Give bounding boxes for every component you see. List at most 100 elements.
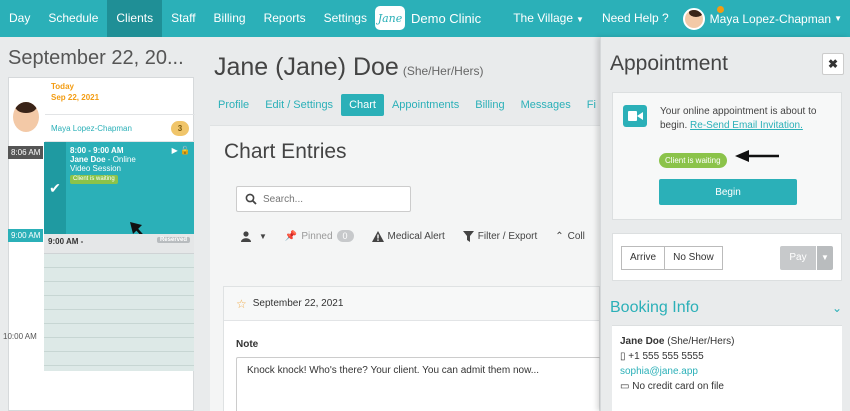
credit-card-icon: ▭ [620,381,630,392]
current-time-label: 8:06 AM [8,146,44,159]
pinned-filter[interactable]: 📌 Pinned 0 [285,230,354,242]
brand[interactable]: Jane Demo Clinic [375,6,481,30]
user-icon [241,230,251,242]
medical-alert-label: Medical Alert [387,230,445,242]
collapse-button[interactable]: ⌃ Coll [555,231,585,242]
today-date: Sep 22, 2021 [51,93,100,102]
resend-invitation-link[interactable]: Re-Send Email Invitation. [690,120,803,131]
nav-day[interactable]: Day [0,0,39,37]
location-dropdown[interactable]: The Village ▼ [504,0,593,37]
location-label: The Village [513,11,574,25]
time-label-10am: 10:00 AM [3,332,37,341]
patient-pronouns: (She/Her/Hers) [402,64,484,78]
calendar-date-heading: September 22, 20... [8,47,184,69]
chart-search[interactable] [236,186,411,212]
medical-alert-button[interactable]: Medical Alert [371,230,445,242]
appointment-panel: Appointment ✖ Your online appointment is… [600,37,850,411]
arrow-pointer-icon [735,150,779,162]
chevron-down-icon[interactable]: ⌄ [832,301,842,315]
booking-info-title[interactable]: Booking Info [610,299,699,317]
filter-export-label: Filter / Export [477,230,538,242]
chevron-down-icon: ▼ [259,231,267,241]
status-badge: Client is waiting [70,175,118,184]
pinned-count: 0 [336,230,354,242]
note-label: Note [236,339,259,350]
jane-logo-icon: Jane [375,6,405,30]
booking-info-card: Jane Doe (She/Her/Hers) ▯ +1 555 555 555… [612,325,842,411]
arrival-buttons: Arrive No Show [621,246,723,270]
video-camera-icon: ▶ [171,146,178,155]
reserved-slot[interactable]: 9:00 AM - Reserved [44,234,194,254]
booking-client-pronouns: (She/Her/Hers) [667,336,735,347]
filter-icon [462,230,474,242]
chart-filters: ▼ 📌 Pinned 0 Medical Alert Filter / Expo… [240,230,603,242]
pinned-label: Pinned [301,230,333,242]
online-appointment-card: Your online appointment is about to begi… [612,92,842,220]
provider-row[interactable]: Maya Lopez-Chapman 3 [45,115,195,142]
appointment-block[interactable]: ✔ 8:00 - 9:00 AM Jane Doe - Online Video… [44,142,194,234]
tab-billing[interactable]: Billing [467,94,512,116]
tab-chart[interactable]: Chart [341,94,384,116]
online-message: Your online appointment is about to begi… [660,105,835,133]
nav-reports[interactable]: Reports [255,0,315,37]
today-header: Today Sep 22, 2021 [45,78,195,115]
search-input[interactable] [263,193,403,205]
booking-client: Jane Doe (She/Her/Hers) [620,334,834,349]
top-navigation-bar: Day Schedule Clients Staff Billing Repor… [0,0,850,37]
phone-number: +1 555 555 5555 [628,351,704,362]
chart-entry: ☆ September 22, 2021 Note Knock knock! W… [223,286,601,411]
booking-email[interactable]: sophia@jane.app [620,364,834,379]
warning-icon [371,230,384,242]
filter-export-button[interactable]: Filter / Export [462,230,538,242]
card-status-text: No credit card on file [632,381,724,392]
pay-button[interactable]: Pay [780,246,816,270]
booking-phone: ▯ +1 555 555 5555 [620,349,834,364]
main-content: Jane (Jane) Doe (She/Her/Hers) Profile Ed… [200,37,603,411]
appointment-time: 8:00 - 9:00 AM [70,146,124,155]
entry-header: ☆ September 22, 2021 [224,287,599,321]
booking-client-name: Jane Doe [620,336,665,347]
note-text[interactable]: Knock knock! Who's there? Your client. Y… [236,357,601,411]
chevron-up-icon: ⌃ [555,230,564,242]
appointment-client: Jane Doe [70,155,106,164]
clinic-name: Demo Clinic [411,10,482,26]
patient-name: Jane (Jane) Doe (She/Her/Hers) [214,53,484,82]
phone-icon: ▯ [620,351,626,362]
nav-clients[interactable]: Clients [107,0,163,37]
appointment-type: - Online [105,155,136,164]
user-menu[interactable]: Maya Lopez-Chapman ▼ [678,7,850,30]
chart-title: Chart Entries [224,140,347,163]
nav-schedule[interactable]: Schedule [39,0,107,37]
no-show-button[interactable]: No Show [665,246,723,270]
collapse-label: Coll [567,230,585,242]
help-link[interactable]: Need Help ? [593,0,678,37]
user-name: Maya Lopez-Chapman [709,11,832,26]
chevron-down-icon: ▼ [576,15,584,24]
appointment-type-line2: Video Session [70,164,121,173]
provider-count-badge: 3 [171,121,189,136]
calendar-slots[interactable] [44,254,194,371]
chevron-down-icon[interactable]: ▼ [817,246,833,270]
appointment-details: 8:00 - 9:00 AM Jane Doe - Online Video S… [70,146,136,184]
tab-edit-settings[interactable]: Edit / Settings [257,94,341,116]
patient-full-name: Jane (Jane) Doe [214,53,399,81]
nav-settings[interactable]: Settings [315,0,376,37]
begin-button[interactable]: Begin [659,179,797,205]
close-button[interactable]: ✖ [822,53,844,75]
tab-appointments[interactable]: Appointments [384,94,467,116]
provider-avatar [13,102,39,132]
checkmark-icon: ✔ [44,142,66,234]
star-icon[interactable]: ☆ [236,297,247,311]
reserved-time: 9:00 AM - [48,237,84,246]
avatar [682,7,705,30]
search-icon [245,193,257,205]
tab-messages[interactable]: Messages [513,94,579,116]
author-filter[interactable]: ▼ [240,230,267,242]
tab-profile[interactable]: Profile [210,94,257,116]
panel-title: Appointment [610,52,728,75]
time-label-9am: 9:00 AM [8,229,44,242]
nav-staff[interactable]: Staff [162,0,204,37]
calendar-column: September 22, 20... Today Sep 22, 2021 M… [0,37,200,411]
arrive-button[interactable]: Arrive [621,246,666,270]
nav-billing[interactable]: Billing [205,0,255,37]
